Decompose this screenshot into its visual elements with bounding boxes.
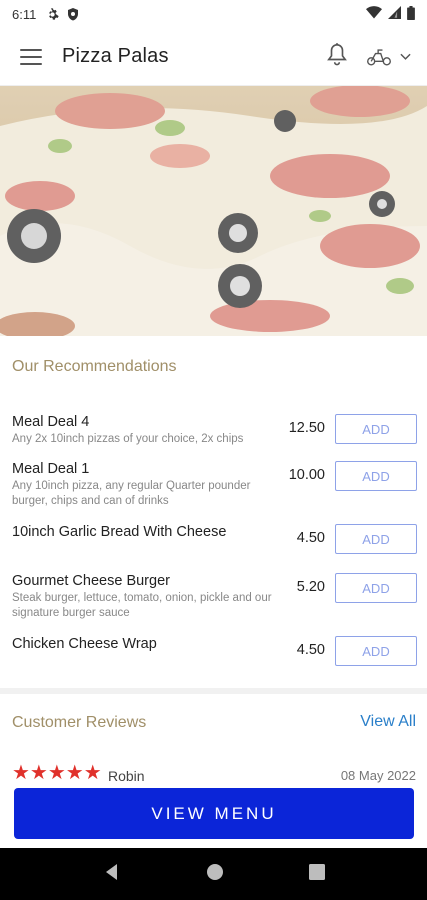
- status-time: 6:11: [12, 6, 37, 22]
- add-button[interactable]: ADD: [335, 636, 417, 666]
- delivery-scooter-icon[interactable]: [366, 47, 411, 67]
- item-description: Steak burger, lettuce, tomato, onion, pi…: [12, 592, 272, 619]
- item-description: Any 2x 10inch pizzas of your choice, 2x …: [12, 433, 244, 445]
- signal-icon: [388, 6, 401, 22]
- settings-gear-icon: [46, 7, 60, 21]
- item-name: Gourmet Cheese Burger: [12, 573, 170, 589]
- back-icon[interactable]: [103, 863, 121, 886]
- reviews-title: Customer Reviews: [12, 714, 147, 731]
- add-button[interactable]: ADD: [335, 524, 417, 554]
- recommendations-title: Our Recommendations: [12, 358, 177, 375]
- item-name: Chicken Cheese Wrap: [12, 636, 157, 652]
- item-price: 4.50: [296, 642, 325, 658]
- add-button[interactable]: ADD: [335, 414, 417, 444]
- item-name: Meal Deal 1: [12, 461, 90, 477]
- battery-icon: [407, 5, 415, 23]
- section-divider: [0, 688, 427, 694]
- recents-icon[interactable]: [308, 863, 325, 885]
- review-date: 08 May 2022: [340, 768, 416, 783]
- item-price: 5.20: [296, 579, 325, 595]
- item-description: Any 10inch pizza, any regular Quarter po…: [12, 480, 251, 507]
- status-bar: 6:11: [0, 0, 427, 28]
- add-button[interactable]: ADD: [335, 573, 417, 603]
- app-actions: [326, 42, 411, 71]
- rating-stars: ★★★★★: [12, 762, 102, 784]
- reviewer-name: Robin: [108, 768, 145, 784]
- status-right: [366, 5, 415, 23]
- menu-hamburger-icon[interactable]: [20, 48, 42, 65]
- item-price: 12.50: [288, 420, 325, 436]
- notification-bell-icon[interactable]: [326, 42, 348, 71]
- item-name: Meal Deal 4: [12, 414, 90, 430]
- system-nav-bar: [0, 848, 427, 900]
- shield-icon: [67, 7, 79, 21]
- hero-pizza-image: [0, 86, 427, 336]
- add-button[interactable]: ADD: [335, 461, 417, 491]
- chevron-down-icon: [400, 53, 411, 60]
- app-bar: Pizza Palas: [0, 28, 427, 86]
- item-price: 4.50: [296, 530, 325, 546]
- home-icon[interactable]: [206, 863, 224, 886]
- page-title: Pizza Palas: [62, 45, 169, 67]
- view-menu-button[interactable]: VIEW MENU: [14, 788, 414, 839]
- wifi-icon: [366, 6, 382, 22]
- view-all-link[interactable]: View All: [360, 713, 416, 731]
- item-name: 10inch Garlic Bread With Cheese: [12, 524, 227, 540]
- item-price: 10.00: [288, 467, 325, 483]
